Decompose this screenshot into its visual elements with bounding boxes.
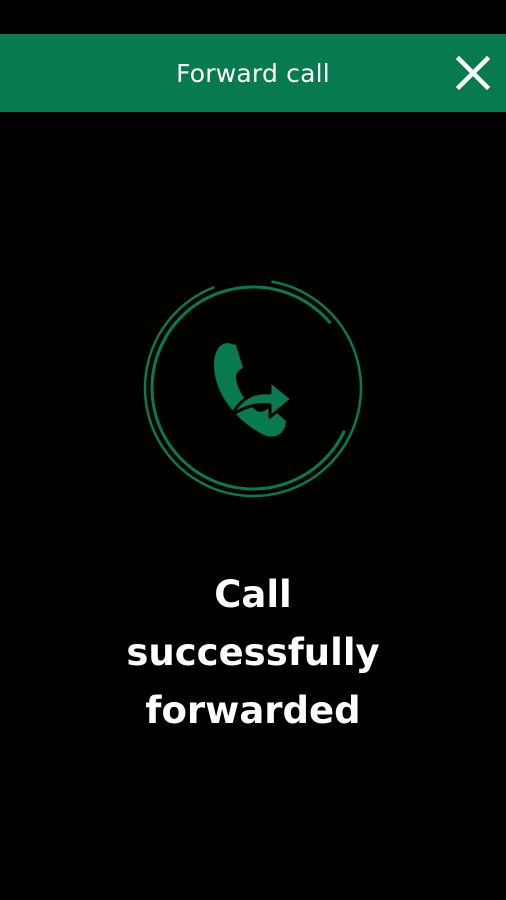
header-bar: Forward call — [0, 34, 506, 112]
call-forwarded-graphic — [140, 275, 366, 501]
status-line-3: forwarded — [145, 689, 361, 732]
close-button[interactable] — [454, 54, 492, 92]
forward-call-screen: Forward call Call successfully forwarded — [0, 0, 506, 900]
call-forwarded-icon — [143, 278, 363, 498]
close-icon — [455, 55, 491, 91]
status-line-2: successfully — [126, 631, 380, 674]
status-message: Call successfully forwarded — [0, 566, 506, 740]
status-line-1: Call — [214, 573, 292, 616]
page-title: Forward call — [176, 58, 330, 88]
